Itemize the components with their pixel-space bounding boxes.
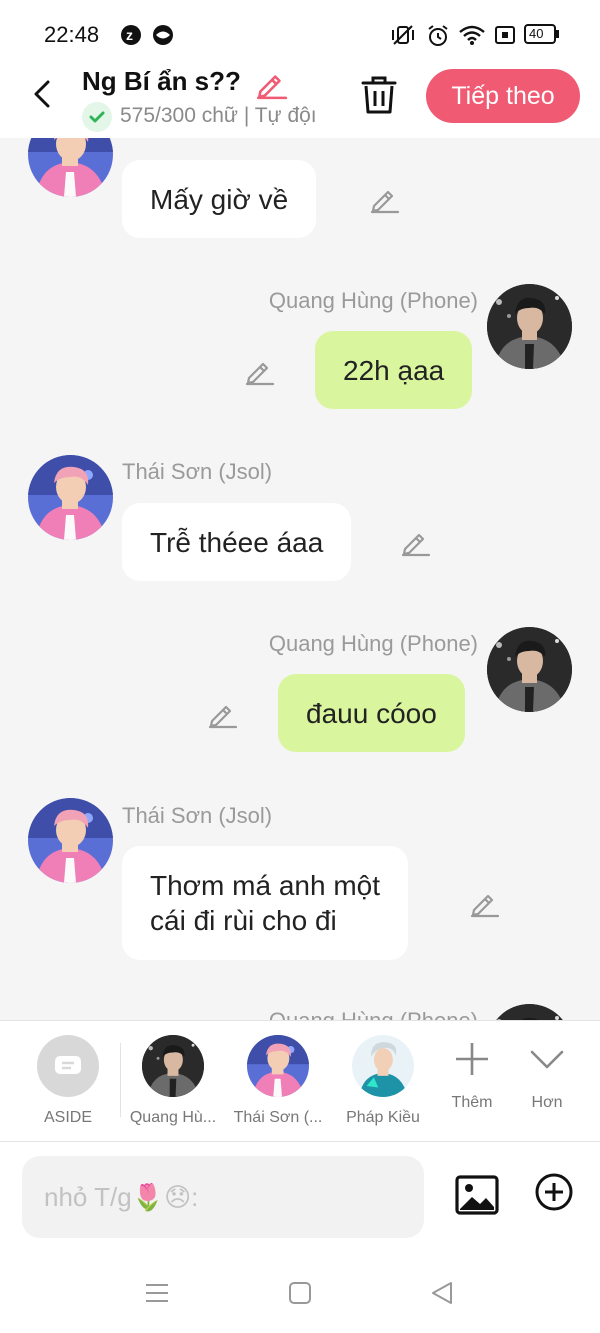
character-thai-son[interactable]: Thái Sơn (... <box>228 1035 328 1127</box>
image-icon <box>455 1175 499 1215</box>
avatar <box>247 1035 309 1097</box>
more-label: Hơn <box>531 1094 563 1111</box>
character-label: Pháp Kiều <box>346 1109 420 1126</box>
avatar-thai-son[interactable] <box>28 138 113 197</box>
add-character-button[interactable]: Thêm <box>437 1039 507 1112</box>
edit-message-icon[interactable] <box>368 182 400 214</box>
header: Ng Bí ẩn s?? 575/300 chữ | Tự độı Tiếp t… <box>0 64 600 138</box>
avatar-quang-hung[interactable] <box>487 627 572 712</box>
alarm-icon <box>426 24 450 53</box>
character-selector: ASIDE Quang Hù... Thái Sơn (... Pháp Kiề… <box>0 1020 600 1142</box>
avatar-quang-hung[interactable] <box>487 1004 572 1020</box>
chevron-down-icon <box>530 1050 564 1069</box>
sender-name: Quang Hùng (Phone) <box>268 631 478 656</box>
app-z-icon: z <box>120 24 142 51</box>
app-circle-icon <box>152 24 174 51</box>
home-button[interactable] <box>285 1278 315 1308</box>
message-text-line: Thơm má anh một <box>150 870 380 901</box>
avatar <box>142 1035 204 1097</box>
edit-message-icon[interactable] <box>243 354 275 386</box>
back-button[interactable] <box>24 76 60 112</box>
edit-message-icon[interactable] <box>206 697 238 729</box>
message-bubble[interactable]: Mấy giờ về <box>122 160 317 238</box>
back-nav-button[interactable] <box>427 1278 457 1308</box>
message-input[interactable]: nhỏ T/g🌷😞: <box>22 1156 424 1238</box>
avatar <box>352 1035 414 1097</box>
plus-icon <box>456 1043 488 1075</box>
triangle-back-icon <box>432 1282 452 1304</box>
divider <box>120 1043 121 1117</box>
sender-name: Quang Hùng (Phone) <box>268 288 478 313</box>
chevron-left-icon <box>34 80 50 108</box>
character-label: Thái Sơn (... <box>233 1109 323 1126</box>
message-text: Trễ théee áaa <box>150 526 324 558</box>
input-area: nhỏ T/g🌷😞: <box>0 1142 600 1252</box>
battery-level: 40 <box>529 26 544 41</box>
message-text: đauu cóoo <box>306 697 437 729</box>
more-button[interactable]: Hơn <box>512 1039 582 1112</box>
aside-icon <box>37 1035 99 1097</box>
character-label: Quang Hù... <box>129 1109 217 1126</box>
edit-message-icon[interactable] <box>399 525 431 557</box>
message-text: 22h ạaa <box>343 354 445 386</box>
character-quang-hung[interactable]: Quang Hù... <box>123 1035 223 1127</box>
message-bubble[interactable]: Thơm má anh một cái đi rùi cho đi <box>122 846 408 960</box>
character-aside[interactable]: ASIDE <box>18 1035 118 1127</box>
sender-name: Thái Sơn (Jsol) <box>122 459 273 484</box>
word-count-status: 575/300 chữ | Tự độı <box>120 104 317 127</box>
vibrate-off-icon <box>388 24 418 51</box>
trash-icon <box>361 76 397 114</box>
system-nav-bar <box>0 1252 600 1333</box>
delete-button[interactable] <box>360 74 398 116</box>
page-title: Ng Bí ẩn s?? <box>82 66 241 96</box>
avatar-thai-son[interactable] <box>28 798 113 883</box>
status-bar: 22:48 z 40 <box>0 0 600 64</box>
svg-text:z: z <box>126 27 133 43</box>
avatar-quang-hung[interactable] <box>487 284 572 369</box>
edit-title-icon[interactable] <box>254 66 288 100</box>
sender-name: Thái Sơn (Jsol) <box>122 803 273 828</box>
plus-circle-icon <box>535 1173 573 1211</box>
screen-record-icon <box>494 24 516 51</box>
wifi-icon <box>458 24 486 51</box>
next-button[interactable]: Tiếp theo <box>426 69 580 123</box>
menu-button[interactable] <box>142 1278 172 1308</box>
more-options-button[interactable] <box>534 1172 574 1212</box>
menu-icon <box>146 1284 168 1302</box>
character-phap-kieu[interactable]: Pháp Kiều <box>333 1035 433 1127</box>
check-icon <box>82 102 112 132</box>
sender-name: Quang Hùng (Phone) <box>269 1008 478 1020</box>
add-label: Thêm <box>451 1094 493 1111</box>
character-label: ASIDE <box>43 1109 92 1126</box>
status-time: 22:48 <box>44 22 100 47</box>
input-placeholder: nhỏ T/g🌷😞: <box>44 1181 199 1212</box>
message-bubble[interactable]: 22h ạaa <box>315 331 473 409</box>
message-bubble[interactable]: Trễ théee áaa <box>122 503 352 581</box>
message-bubble[interactable]: đauu cóoo <box>278 674 465 752</box>
message-text-line: cái đi rùi cho đi <box>150 905 337 936</box>
avatar-thai-son[interactable] <box>28 455 113 540</box>
square-icon <box>289 1282 311 1304</box>
insert-image-button[interactable] <box>454 1172 500 1218</box>
message-text: Mấy giờ về <box>150 183 289 215</box>
edit-message-icon[interactable] <box>468 886 500 918</box>
chat-area[interactable]: Mấy giờ về Quang Hùng (Phone) 22h ạaa Th… <box>0 138 600 1020</box>
